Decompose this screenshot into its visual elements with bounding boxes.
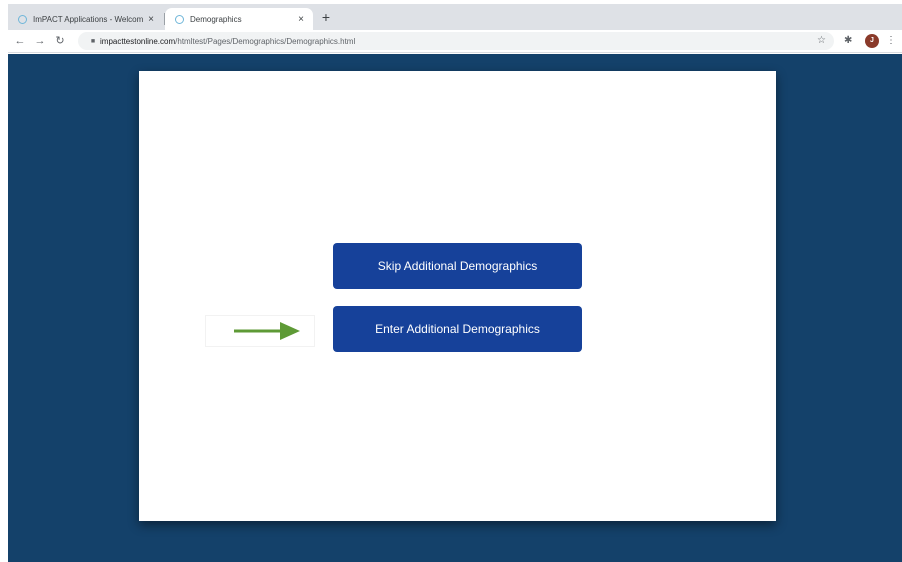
impact-favicon-icon	[18, 14, 27, 24]
browser-window: ImPACT Applications - Welcom × Demograph…	[8, 4, 902, 562]
tab-title: ImPACT Applications - Welcom	[33, 14, 143, 24]
url-text: impacttestonline.com/htmltest/Pages/Demo…	[100, 37, 355, 46]
browser-toolbar: ← → ↻ ■ impacttestonline.com/htmltest/Pa…	[8, 30, 902, 53]
tab-impact-applications[interactable]: ImPACT Applications - Welcom ×	[8, 8, 163, 30]
address-bar[interactable]: ■ impacttestonline.com/htmltest/Pages/De…	[78, 32, 834, 50]
skip-additional-demographics-button[interactable]: Skip Additional Demographics	[333, 243, 582, 289]
lock-icon[interactable]: ■	[86, 38, 100, 45]
new-tab-button[interactable]: +	[318, 9, 334, 25]
impact-favicon-icon	[175, 14, 184, 24]
star-icon[interactable]: ☆	[817, 32, 826, 50]
avatar[interactable]: J	[865, 34, 879, 48]
reload-icon[interactable]: ↻	[52, 33, 68, 49]
url-path: /htmltest/Pages/Demographics/Demographic…	[175, 36, 356, 46]
tab-strip: ImPACT Applications - Welcom × Demograph…	[8, 4, 902, 30]
enter-additional-demographics-button[interactable]: Enter Additional Demographics	[333, 306, 582, 352]
forward-arrow-icon[interactable]: →	[32, 33, 48, 49]
puzzle-icon[interactable]: ✱	[844, 33, 852, 49]
kebab-menu-icon[interactable]: ⋮	[886, 33, 896, 49]
tab-demographics[interactable]: Demographics ×	[165, 8, 313, 30]
close-icon[interactable]: ×	[143, 14, 159, 25]
close-icon[interactable]: ×	[293, 14, 309, 25]
page-viewport: Skip Additional Demographics Enter Addit…	[8, 54, 902, 562]
pointer-indicator	[205, 315, 315, 347]
tab-title: Demographics	[190, 14, 242, 24]
demographics-card: Skip Additional Demographics Enter Addit…	[139, 71, 776, 521]
url-domain: impacttestonline.com	[100, 36, 176, 46]
back-arrow-icon[interactable]: ←	[12, 33, 28, 49]
right-arrow-icon	[234, 322, 300, 340]
